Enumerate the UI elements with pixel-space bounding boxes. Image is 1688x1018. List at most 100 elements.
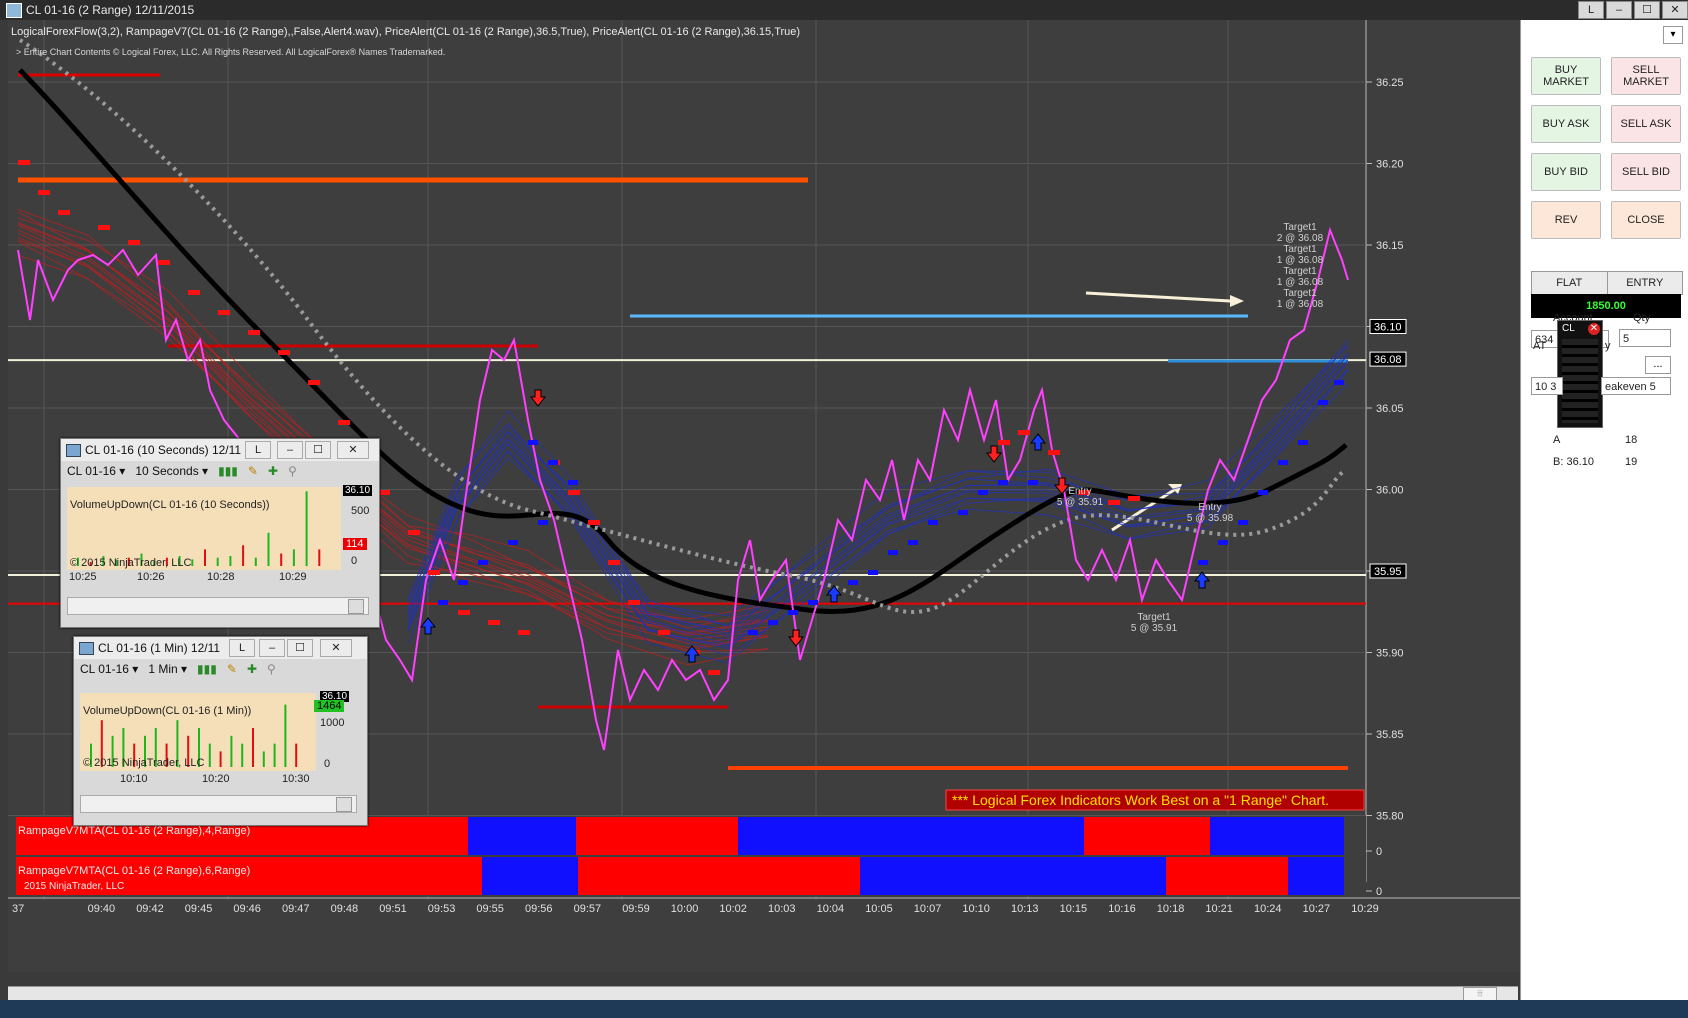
- close-icon[interactable]: ✕: [1588, 323, 1600, 335]
- volume-bar: [191, 559, 194, 566]
- maximize-button[interactable]: ☐: [1634, 1, 1660, 19]
- mini-time-axis: 10:25 10:26 10:28 10:29: [67, 571, 341, 585]
- time-tick-label: 10:27: [1303, 903, 1331, 915]
- bars-icon[interactable]: ▮▮▮: [218, 464, 238, 478]
- mini-horizontal-scrollbar[interactable]: [80, 795, 357, 813]
- scroll-thumb[interactable]: [336, 797, 352, 812]
- up-arrow-icon: [419, 617, 437, 635]
- sell-ask-button[interactable]: SELL ASK: [1611, 105, 1681, 143]
- mini-chart-plot[interactable]: VolumeUpDown(CL 01-16 (1 Min)) © 2015 Ni…: [80, 693, 316, 771]
- pin-icon[interactable]: ⚲: [288, 464, 297, 478]
- buy-signal-dash: [568, 480, 578, 485]
- time-tick-label: 10:24: [1254, 903, 1282, 915]
- maximize-button[interactable]: ☐: [287, 639, 313, 657]
- chevron-down-icon: ▾: [181, 662, 188, 676]
- mini-chart-toolbar: CL 01-16 ▾ 10 Seconds ▾ ▮▮▮ ✎ ✚ ⚲: [67, 464, 297, 484]
- volume-bar: [252, 728, 254, 767]
- buy-signal-dash: [538, 520, 548, 525]
- minimize-button[interactable]: –: [1606, 1, 1632, 19]
- atm-config-button[interactable]: ...: [1645, 356, 1671, 374]
- instrument-selector[interactable]: CL 01-16: [80, 662, 129, 676]
- pencil-icon[interactable]: ✎: [248, 464, 258, 478]
- buy-market-button[interactable]: BUY MARKET: [1531, 57, 1601, 95]
- qty-input[interactable]: 5: [1619, 329, 1671, 347]
- time-tick-label: 09:59: [622, 903, 650, 915]
- order-entry-panel: ▾ BUY MARKET SELL MARKET BUY ASK SELL AS…: [1520, 20, 1688, 1000]
- scroll-thumb[interactable]: ⦙⦙⦙: [1463, 987, 1497, 1001]
- dom-ladder-popup[interactable]: CL ✕: [1557, 320, 1603, 428]
- bid-label: B: 36.10: [1553, 456, 1594, 468]
- chevron-down-icon: ▾: [202, 464, 209, 478]
- close-position-button[interactable]: CLOSE: [1611, 201, 1681, 239]
- time-tick-label: 37: [12, 903, 24, 915]
- crosshair-icon[interactable]: ✚: [268, 464, 278, 478]
- chevron-down-icon[interactable]: ▾: [1663, 26, 1683, 44]
- mini-time-label: 10:25: [69, 571, 97, 583]
- link-button[interactable]: L: [1578, 1, 1604, 19]
- time-tick-label: 09:47: [282, 903, 310, 915]
- time-tick-label: 09:53: [428, 903, 456, 915]
- mini-chart-plot[interactable]: VolumeUpDown(CL 01-16 (10 Seconds)) © 20…: [67, 487, 341, 570]
- position-row: FLAT ENTRY: [1531, 271, 1683, 295]
- price-tag-label: 36.08: [1374, 354, 1402, 366]
- trend-arrow-line: [1085, 291, 1231, 303]
- window-title-bar: CL 01-16 (2 Range) 12/11/2015 L – ☐ ✕: [0, 0, 1688, 20]
- reverse-button[interactable]: REV: [1531, 201, 1601, 239]
- volume-bar: [267, 532, 270, 566]
- ask-label: A: [1553, 434, 1561, 446]
- buy-ask-button[interactable]: BUY ASK: [1531, 105, 1601, 143]
- crosshair-icon[interactable]: ✚: [247, 662, 257, 676]
- scroll-thumb[interactable]: [348, 599, 364, 614]
- close-window-button[interactable]: ✕: [1662, 1, 1688, 19]
- trade-annotation-text: Target1: [1283, 222, 1317, 233]
- buy-signal-dash: [1218, 540, 1228, 545]
- chart-window-icon: [79, 642, 94, 655]
- mini-axis-0: 0: [324, 758, 331, 770]
- buy-signal-dash: [808, 600, 818, 605]
- mini-chart-title: CL 01-16 (1 Min) 12/11: [98, 641, 221, 655]
- minimize-button[interactable]: –: [259, 639, 285, 657]
- volume-bar: [208, 743, 211, 767]
- bars-icon[interactable]: ▮▮▮: [197, 662, 217, 676]
- buy-signal-dash: [1318, 400, 1328, 405]
- mini-horizontal-scrollbar[interactable]: [67, 597, 369, 615]
- maximize-button[interactable]: ☐: [305, 441, 331, 459]
- atm-strategy-select[interactable]: eakeven 5: [1601, 377, 1671, 395]
- down-arrow-icon: [787, 629, 805, 647]
- time-tick-label: 10:16: [1108, 903, 1136, 915]
- down-arrow-icon: [985, 445, 1003, 463]
- link-button[interactable]: L: [245, 441, 271, 459]
- buy-signal-dash: [958, 510, 968, 515]
- promo-banner: *** Logical Forex Indicators Work Best o…: [945, 789, 1365, 811]
- sell-market-button[interactable]: SELL MARKET: [1611, 57, 1681, 95]
- minimize-button[interactable]: –: [277, 441, 303, 459]
- position-status: FLAT: [1532, 272, 1608, 294]
- ladder-label: CL: [1562, 323, 1575, 334]
- mta-panel-6-segment: [578, 857, 860, 895]
- time-tick-label: 09:45: [185, 903, 213, 915]
- trade-annotation-text: 1 @ 36.08: [1277, 255, 1324, 266]
- mini-chart-1-min[interactable]: CL 01-16 (1 Min) 12/11 L – ☐ ✕ CL 01-16 …: [73, 636, 368, 826]
- instrument-selector[interactable]: CL 01-16: [67, 464, 116, 478]
- up-arrow-icon: [825, 585, 843, 603]
- pencil-icon[interactable]: ✎: [227, 662, 237, 676]
- chart-horizontal-scrollbar[interactable]: ⦙⦙⦙: [8, 986, 1518, 1001]
- sell-signal-dash: [1018, 430, 1030, 435]
- chevron-down-icon: ▾: [132, 662, 139, 676]
- sell-bid-button[interactable]: SELL BID: [1611, 153, 1681, 191]
- close-button[interactable]: ✕: [320, 639, 352, 657]
- close-button[interactable]: ✕: [337, 441, 369, 459]
- sell-signal-dash: [568, 490, 580, 495]
- buy-signal-dash: [1298, 440, 1308, 445]
- mini-chart-10-seconds[interactable]: CL 01-16 (10 Seconds) 12/11 L – ☐ ✕ CL 0…: [60, 438, 380, 628]
- buy-bid-button[interactable]: BUY BID: [1531, 153, 1601, 191]
- interval-selector[interactable]: 10 Seconds: [135, 464, 198, 478]
- entry-price-label: ENTRY: [1626, 277, 1664, 289]
- trade-annotation-text: 1 @ 36.08: [1277, 299, 1324, 310]
- sell-signal-dash: [338, 420, 350, 425]
- sell-signal-dash: [278, 350, 290, 355]
- chart-app-icon: [6, 3, 22, 18]
- interval-selector[interactable]: 1 Min: [148, 662, 177, 676]
- pin-icon[interactable]: ⚲: [267, 662, 276, 676]
- link-button[interactable]: L: [229, 639, 255, 657]
